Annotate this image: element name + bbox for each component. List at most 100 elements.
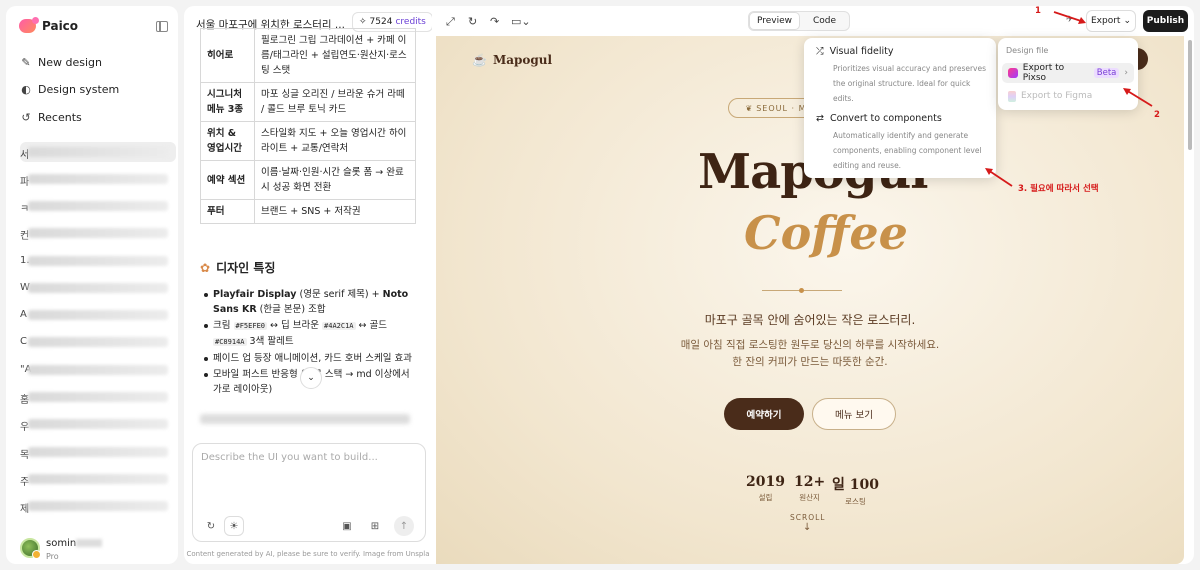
shuffle-icon: ⤮	[816, 46, 824, 57]
text: (영문 serif 제목) +	[296, 289, 383, 300]
user-profile[interactable]: somin Pro	[20, 538, 103, 561]
recent-item[interactable]: A	[20, 309, 27, 320]
expand-icon[interactable]: ⤢	[446, 15, 455, 29]
font-name: Playfair Display	[213, 289, 297, 300]
recent-item-blur	[28, 447, 168, 457]
table-row: 푸터 브랜드 + SNS + 저작권	[200, 199, 416, 224]
menu-button[interactable]: 메뉴 보기	[812, 398, 896, 430]
section-heading: ✿ 디자인 특징	[200, 259, 275, 276]
preview-scrollbar[interactable]	[1188, 40, 1192, 150]
figma-icon	[1008, 90, 1016, 102]
recent-item-blur	[28, 337, 168, 347]
recent-item-blur	[28, 419, 168, 429]
view-toggle: Preview Code	[748, 11, 850, 31]
recent-item-blur	[28, 474, 168, 484]
nav-label: Design system	[38, 83, 120, 96]
credits-value: 7524	[369, 17, 393, 27]
menu-item-label: Export to Figma	[1021, 91, 1093, 101]
annotation-arrow-3	[985, 168, 1013, 187]
stat-value: 일 100	[832, 477, 879, 493]
brand-logo[interactable]: Paico	[19, 17, 79, 33]
recent-item-blur	[28, 310, 168, 320]
stat-value: 12+	[794, 474, 826, 490]
stat-label: 설립	[758, 493, 773, 502]
nav-recents[interactable]: ↺ Recents	[20, 110, 82, 124]
device-select-icon[interactable]: ▭⌄	[511, 15, 531, 28]
edit-icon: ✎	[21, 55, 31, 69]
avatar	[20, 538, 41, 559]
nav-label: Recents	[38, 111, 82, 124]
table-cell-name: 예약 섹션	[200, 160, 255, 200]
scroll-indicator[interactable]: SCROLL ↓	[790, 513, 825, 533]
convert-icon: ⇄	[816, 113, 824, 124]
recent-item-blur	[28, 283, 168, 293]
option-visual-fidelity[interactable]: ⤮ Visual fidelity Prioritizes visual accu…	[816, 46, 986, 106]
refresh-icon[interactable]: ↻	[201, 516, 221, 536]
site-logo-text: Mapogul	[492, 53, 553, 67]
export-to-pixso[interactable]: Export to Pixso Beta ›	[1002, 63, 1134, 83]
attach-icon[interactable]: ⊞	[365, 516, 385, 536]
palette-emoji-icon: ✿	[200, 260, 211, 275]
recent-item[interactable]: C	[20, 336, 27, 347]
text: ↔ 골드	[355, 320, 388, 331]
image-upload-icon[interactable]: ▣	[337, 516, 357, 536]
reload-icon[interactable]: ↻	[468, 15, 477, 28]
sidebar: Paico ✎ New design ◐ Design system ↺ Rec…	[6, 6, 178, 564]
publish-button[interactable]: Publish	[1143, 10, 1188, 32]
annotation-2: 2	[1154, 110, 1160, 120]
recent-item-blur	[28, 228, 168, 238]
annotation-3: 3. 필요에 따라서 선택	[1018, 184, 1099, 194]
table-cell-desc: 스타일화 지도 + 오늘 영업시간 하이라이트 + 교통/연락처	[254, 121, 416, 161]
recent-item-blur	[28, 501, 168, 511]
scroll-down-button[interactable]: ⌄	[300, 367, 322, 389]
stat-label: 원산지	[799, 493, 820, 502]
lightbulb-icon[interactable]: ☀	[224, 516, 244, 536]
blurred-text	[200, 414, 410, 424]
recent-item-blur	[28, 174, 168, 184]
site-logo[interactable]: ☕ Mapogul	[472, 53, 552, 67]
table-cell-desc: 필로그린 그립 그라데이션 + 카페 이름/태그라인 + 설립연도·원산지·로스…	[254, 28, 416, 83]
menu-item-label: Export to Pixso	[1022, 63, 1065, 83]
credits-label: credits	[395, 17, 426, 27]
user-plan: Pro	[46, 552, 59, 561]
annotation-arrow-2	[1123, 88, 1153, 107]
location-text: SEOUL · M	[756, 103, 807, 113]
table-cell-name: 푸터	[200, 199, 255, 224]
nav-design-system[interactable]: ◐ Design system	[20, 83, 119, 96]
table-row: 예약 섹션 이름·날짜·인원·시간 슬롯 폼 → 완료 시 성공 화면 전환	[200, 160, 416, 200]
stat-label: 로스팅	[845, 497, 866, 506]
nav-new-design[interactable]: ✎ New design	[20, 56, 102, 69]
nav-label: New design	[38, 56, 102, 69]
recent-item-blur	[28, 392, 168, 402]
option-convert-components[interactable]: ⇄ Convert to components Automatically ide…	[816, 113, 986, 173]
list-item: Playfair Display (영문 serif 제목) + Noto Sa…	[204, 287, 418, 317]
sections-table: 히어로 필로그린 그립 그라데이션 + 카페 이름/태그라인 + 설립연도·원산…	[200, 28, 416, 224]
section-title: 디자인 특징	[216, 261, 276, 275]
color-code: #C8914A	[213, 338, 247, 346]
prompt-input[interactable]: Describe the UI you want to build...	[201, 452, 378, 463]
table-cell-desc: 브랜드 + SNS + 저작권	[254, 199, 416, 224]
recent-item-blur	[28, 256, 168, 266]
table-cell-desc: 마포 싱글 오리진 / 브라운 슈거 라떼 / 콜드 브루 토닉 카드	[254, 82, 416, 122]
redo-icon[interactable]: ↷	[490, 15, 499, 28]
list-item: 크림 #F5EFE0 ↔ 딥 브라운 #4A2C1A ↔ 골드 #C8914A …	[204, 318, 418, 350]
tab-preview[interactable]: Preview	[749, 12, 800, 30]
desc-line: 한 잔의 커피가 만드는 따뜻한 순간.	[732, 356, 888, 368]
tab-code[interactable]: Code	[800, 12, 849, 30]
history-icon: ↺	[21, 110, 31, 124]
user-name: somin	[46, 538, 77, 549]
table-cell-name: 시그니처 메뉴 3종	[200, 82, 255, 122]
text: (한글 본문) 조합	[256, 304, 326, 315]
scroll-label: SCROLL	[790, 513, 826, 522]
list-item: 페이드 업 등장 애니메이션, 카드 호버 스케일 효과	[204, 351, 418, 366]
send-button[interactable]: ↑	[394, 516, 414, 536]
reserve-button[interactable]: 예약하기	[724, 398, 804, 430]
table-cell-name: 히어로	[200, 28, 255, 83]
recent-item-blur	[28, 147, 168, 157]
export-button[interactable]: Export ⌄	[1086, 10, 1136, 32]
export-label: Export	[1090, 16, 1121, 26]
hero-description: 매일 아침 직접 로스팅한 원두로 당신의 하루를 시작하세요. 한 잔의 커피…	[436, 337, 1184, 371]
prompt-composer[interactable]: Describe the UI you want to build... ↻ ☀…	[192, 443, 426, 542]
brand-name: Paico	[42, 19, 79, 33]
sidebar-collapse-icon[interactable]	[156, 21, 168, 32]
